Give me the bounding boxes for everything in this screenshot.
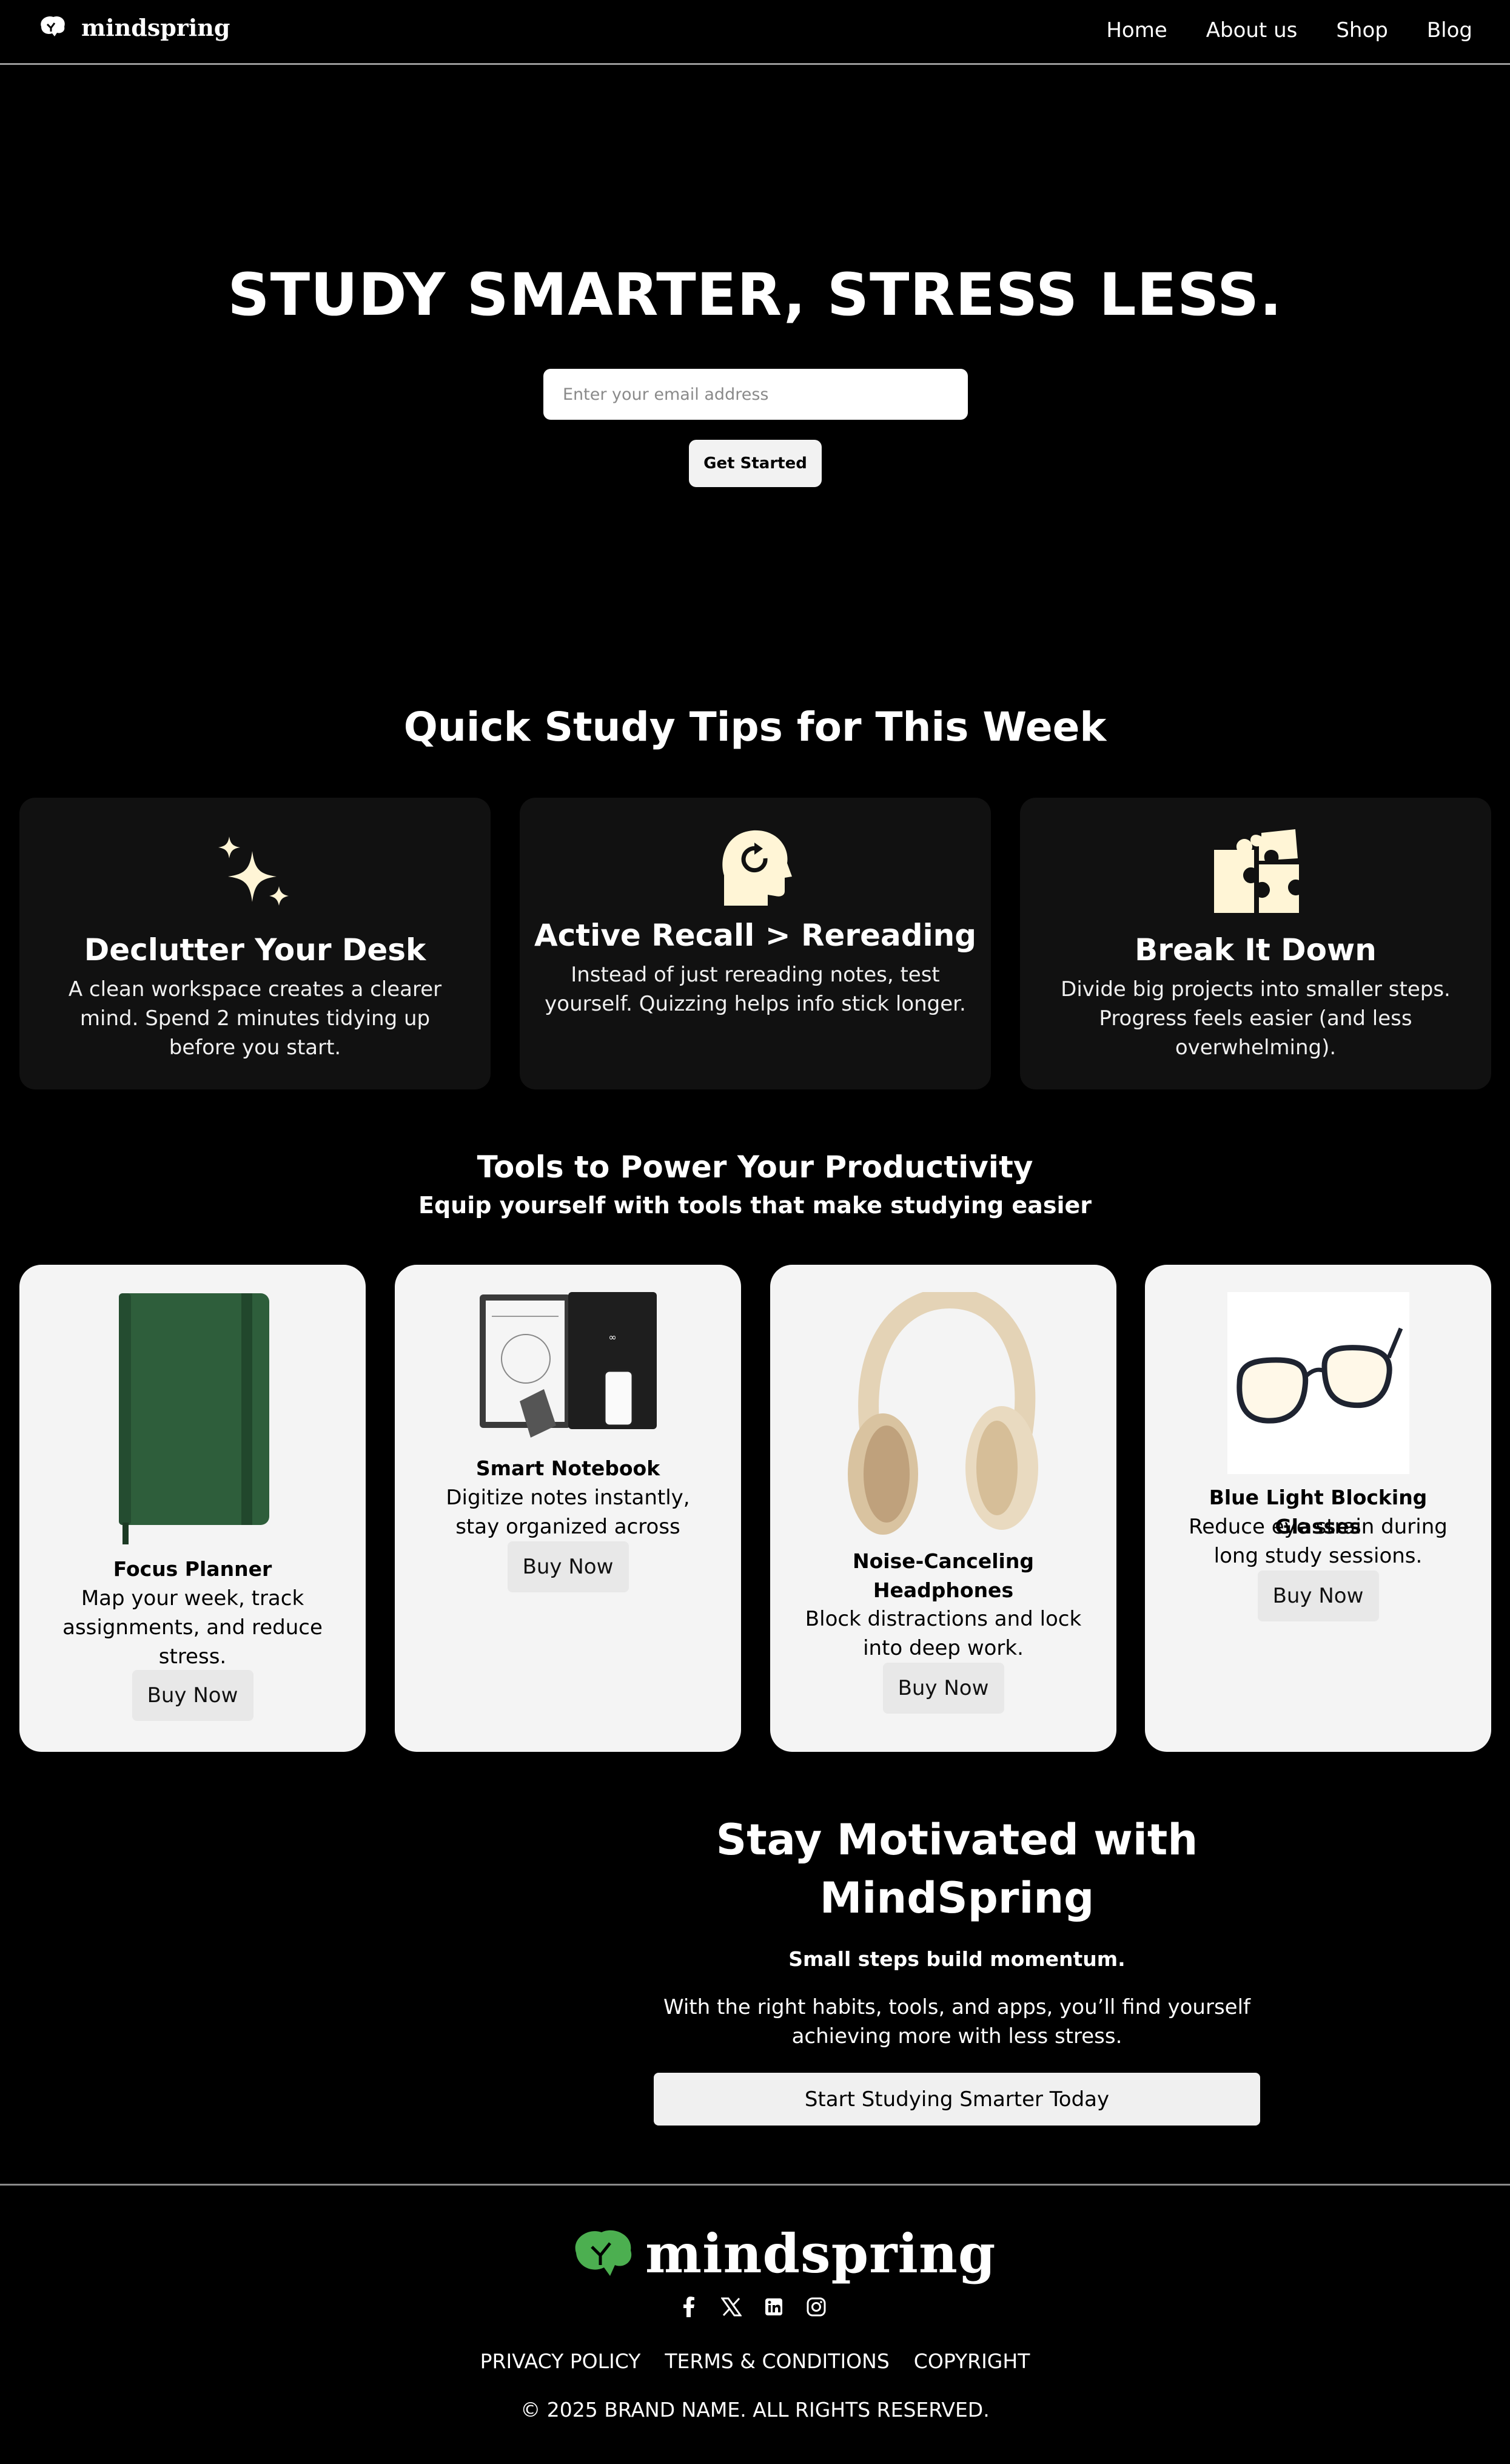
planner-image (118, 1293, 269, 1544)
motivation-text: With the right habits, tools, and apps, … (663, 1995, 1251, 2048)
tip-card-declutter: Declutter Your Desk A clean workspace cr… (19, 798, 491, 1089)
brand-logo[interactable]: mindspring (36, 13, 230, 41)
buy-now-button[interactable]: Buy Now (132, 1670, 253, 1721)
nav-link-blog[interactable]: Blog (1427, 18, 1472, 42)
social-links (678, 2296, 827, 2318)
product-name: Noise-Canceling Headphones (853, 1549, 1034, 1602)
motivation-title: Stay Motivated with MindSpring (716, 1815, 1198, 1923)
buy-now-button[interactable]: Buy Now (1257, 1570, 1379, 1621)
product-desc: Reduce eye strain during long study sess… (1189, 1515, 1448, 1568)
brain-logo-icon (575, 2230, 632, 2276)
buy-now-button[interactable]: Buy Now (507, 1541, 629, 1592)
nav-links: Home About us Shop Blog (1106, 18, 1472, 42)
tools-subtitle: Equip yourself with tools that make stud… (418, 1192, 1092, 1219)
tip-card-active-recall: Active Recall > Rereading Instead of jus… (520, 798, 991, 1089)
nav-link-home[interactable]: Home (1106, 18, 1167, 42)
product-card-notebook: ∞ Smart Notebook Digitize notes instantl… (395, 1265, 741, 1752)
copyright-link[interactable]: COPYRIGHT (914, 2349, 1030, 2373)
svg-text:∞: ∞ (608, 1331, 616, 1343)
tip-title: Active Recall > Rereading (534, 918, 977, 953)
product-desc: Map your week, track assignments, and re… (62, 1586, 323, 1669)
footer-logo[interactable]: mindspring (570, 2222, 996, 2285)
nav-link-shop[interactable]: Shop (1336, 18, 1388, 42)
tip-title: Declutter Your Desk (84, 932, 426, 968)
product-card-glasses: Blue Light Blocking Glasses Reduce eye s… (1145, 1265, 1491, 1752)
headphones-image (847, 1292, 1038, 1535)
hero-title: STUDY SMARTER, STRESS LESS. (227, 261, 1283, 329)
get-started-button[interactable]: Get Started (689, 440, 822, 487)
puzzle-icon (1213, 829, 1299, 913)
top-nav: mindspring Home About us Shop Blog (0, 0, 1510, 65)
product-card-planner: Focus Planner Map your week, track assig… (19, 1265, 366, 1752)
brain-logo-icon (41, 16, 65, 37)
tips-title: Quick Study Tips for This Week (403, 704, 1107, 750)
tip-text: A clean workspace creates a clearer mind… (68, 977, 442, 1060)
email-input[interactable] (543, 369, 968, 420)
sparkles-icon (218, 836, 289, 906)
tools-title: Tools to Power Your Productivity (477, 1150, 1033, 1185)
terms-link[interactable]: TERMS & CONDITIONS (665, 2349, 889, 2373)
facebook-icon[interactable] (678, 2296, 700, 2318)
footer-brand-name: mindspring (645, 2222, 996, 2285)
footer-links: PRIVACY POLICY TERMS & CONDITIONS COPYRI… (0, 2349, 1510, 2373)
footer: mindspring PRIVACY POLICY TERMS & CONDIT… (0, 2184, 1510, 2464)
tip-text: Instead of just rereading notes, test yo… (545, 963, 966, 1016)
start-studying-button[interactable]: Start Studying Smarter Today (654, 2073, 1260, 2126)
product-name: Focus Planner (113, 1557, 272, 1581)
product-card-headphones: Noise-Canceling Headphones Block distrac… (770, 1265, 1116, 1752)
buy-now-button[interactable]: Buy Now (882, 1663, 1004, 1714)
brand-name: mindspring (81, 13, 230, 41)
privacy-policy-link[interactable]: PRIVACY POLICY (480, 2349, 641, 2373)
nav-link-about[interactable]: About us (1206, 18, 1298, 42)
motivation-subtitle: Small steps build momentum. (788, 1947, 1126, 1971)
tip-card-break-it-down: Break It Down Divide big projects into s… (1020, 798, 1491, 1089)
copyright-text: © 2025 BRAND NAME. ALL RIGHTS RESERVED. (520, 2398, 990, 2422)
glasses-image (1227, 1292, 1409, 1474)
tip-title: Break It Down (1135, 932, 1377, 968)
product-desc: Block distractions and lock into deep wo… (805, 1607, 1082, 1660)
product-name: Smart Notebook (475, 1456, 660, 1480)
notebook-image: ∞ (479, 1292, 657, 1438)
head-refresh-icon (722, 830, 792, 906)
tip-text: Divide big projects into smaller steps. … (1061, 977, 1451, 1060)
linkedin-icon[interactable] (763, 2296, 785, 2318)
x-icon[interactable] (720, 2296, 742, 2318)
instagram-icon[interactable] (805, 2296, 827, 2318)
